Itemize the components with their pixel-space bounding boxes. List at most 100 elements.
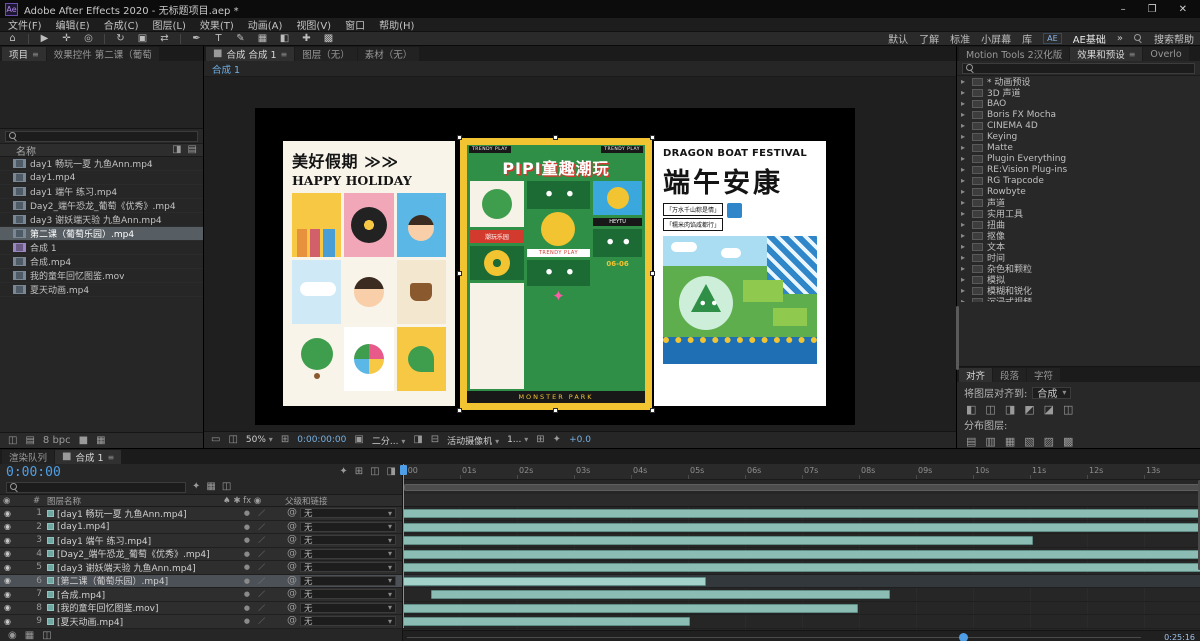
- exposure-value[interactable]: +0.0: [569, 435, 591, 445]
- expand-inout-icon[interactable]: ◫: [42, 630, 51, 641]
- effects-category-row[interactable]: ▸ 3D 声道: [957, 87, 1200, 99]
- project-item-row[interactable]: 合成 1: [0, 241, 203, 255]
- parent-select[interactable]: 无 ▾: [300, 616, 396, 627]
- layer-switches[interactable]: ● ／: [225, 589, 287, 599]
- layer-visibility-icon[interactable]: ◉: [0, 617, 30, 626]
- layer-name[interactable]: [我的童年回忆图鉴.mov]: [57, 601, 225, 614]
- layer-visibility-icon[interactable]: ◉: [0, 590, 30, 599]
- zoom-slider-handle[interactable]: [959, 633, 968, 641]
- layer-name[interactable]: [day3 谢妖端天验 九鱼Ann.mp4]: [57, 561, 225, 574]
- brush-tool-icon[interactable]: ✎: [234, 33, 247, 44]
- effects-category-row[interactable]: ▸ Boris FX Mocha: [957, 109, 1200, 120]
- layer-visibility-icon[interactable]: ◉: [0, 536, 30, 545]
- layer-name[interactable]: [day1.mp4]: [57, 522, 225, 532]
- layer-name[interactable]: [Day2_端午恐龙_葡萄《优秀》.mp4]: [57, 547, 225, 560]
- expand-arrow-icon[interactable]: ▸: [961, 209, 968, 218]
- tab-overlord[interactable]: Overlo: [1143, 47, 1189, 61]
- align-button-icon[interactable]: ◪: [1044, 404, 1054, 415]
- effects-category-row[interactable]: ▸ CINEMA 4D: [957, 120, 1200, 131]
- effects-category-row[interactable]: ▸ RE:Vision Plug-ins: [957, 164, 1200, 175]
- current-time-display[interactable]: 0:00:00: [6, 465, 61, 480]
- expand-arrow-icon[interactable]: ▸: [961, 143, 968, 152]
- align-button-icon[interactable]: ◫: [985, 404, 995, 415]
- expand-arrow-icon[interactable]: ▸: [961, 264, 968, 273]
- expand-arrow-icon[interactable]: ▸: [961, 88, 968, 97]
- project-item-row[interactable]: day1.mp4: [0, 171, 203, 185]
- expand-arrow-icon[interactable]: ▸: [961, 286, 968, 295]
- interpret-footage-icon[interactable]: ◫: [8, 435, 17, 446]
- expand-arrow-icon[interactable]: ▸: [961, 77, 968, 86]
- region-of-interest-icon[interactable]: ◨: [413, 435, 422, 445]
- layer-name[interactable]: [夏天动画.mp4]: [57, 615, 225, 628]
- selected-layer-wrapper[interactable]: TRENDY PLAY TRENDY PLAY PIPI童趣潮玩 潮玩乐园 TR…: [457, 135, 655, 413]
- layer-label-color[interactable]: [47, 604, 54, 612]
- distribute-button-icon[interactable]: ▧: [1024, 436, 1034, 447]
- puppet-tool-icon[interactable]: ▩: [322, 33, 335, 44]
- maximize-icon[interactable]: ❐: [1148, 4, 1157, 15]
- selection-handle[interactable]: [457, 135, 462, 140]
- layer-duration-bar[interactable]: [403, 549, 1200, 559]
- label-column-icon[interactable]: ◨: [172, 145, 181, 155]
- project-item-row[interactable]: 夏天动画.mp4: [0, 283, 203, 297]
- layer-label-color[interactable]: [47, 617, 54, 625]
- layer-duration-bar[interactable]: [403, 509, 1200, 518]
- layer-duration-bar[interactable]: [403, 563, 1200, 572]
- pixel-aspect-icon[interactable]: ⊞: [536, 435, 544, 445]
- layer-label-color[interactable]: [47, 509, 54, 517]
- frame-blending-icon[interactable]: ▦: [206, 482, 215, 492]
- motion-blur-icon[interactable]: ◫: [222, 482, 231, 492]
- timeline-column-header[interactable]: ◉ # 图层名称 ♠ ✱ fx ◉ 父级和链接: [0, 494, 402, 507]
- selection-handle[interactable]: [650, 271, 655, 276]
- selection-handle[interactable]: [650, 408, 655, 413]
- distribute-button-icon[interactable]: ▤: [966, 436, 976, 447]
- expand-arrow-icon[interactable]: ▸: [961, 165, 968, 174]
- tab-motion-tools[interactable]: Motion Tools 2汉化版: [959, 47, 1070, 61]
- workspace-tab[interactable]: 库: [1022, 31, 1032, 46]
- layer-label-color[interactable]: [47, 563, 54, 571]
- project-search-input[interactable]: [5, 130, 198, 142]
- pickwhip-icon[interactable]: @: [287, 616, 297, 626]
- project-item-row[interactable]: 第二课（葡萄乐园）.mp4: [0, 227, 203, 241]
- project-item-row[interactable]: Day2_端午恐龙_葡萄《优秀》.mp4: [0, 199, 203, 213]
- tab-effect-controls[interactable]: 效果控件 第二课（葡萄: [46, 47, 159, 61]
- viewer-timecode[interactable]: 0:00:00:00: [297, 435, 346, 445]
- fast-preview-icon[interactable]: ✦: [553, 435, 561, 445]
- menu-item[interactable]: 编辑(E): [56, 17, 90, 32]
- project-item-row[interactable]: 合成.mp4: [0, 255, 203, 269]
- layer-visibility-icon[interactable]: ◉: [0, 522, 30, 531]
- timeline-ruler[interactable]: :00 01s 02s 03s 04s 05s 06s 07s 08s 09s 10s 11s 12s 1…: [403, 464, 1200, 480]
- workspace-tab[interactable]: 默认: [888, 31, 908, 46]
- layer-name[interactable]: [day1 畅玩一夏 九鱼Ann.mp4]: [57, 507, 225, 520]
- distribute-button-icon[interactable]: ▨: [1044, 436, 1054, 447]
- playhead-handle[interactable]: [400, 465, 407, 475]
- menu-item[interactable]: 视图(V): [296, 17, 331, 32]
- expand-arrow-icon[interactable]: ▸: [961, 231, 968, 240]
- layer-visibility-icon[interactable]: ◉: [0, 576, 30, 585]
- text-tool-icon[interactable]: T: [212, 33, 225, 44]
- graph-editor-icon[interactable]: ◨: [387, 467, 396, 477]
- parent-select[interactable]: 无 ▾: [300, 508, 396, 519]
- current-time-indicator[interactable]: [403, 464, 404, 628]
- effects-category-row[interactable]: ▸ 沉浸式视频: [957, 296, 1200, 302]
- effects-category-row[interactable]: ▸ RG Trapcode: [957, 175, 1200, 186]
- close-icon[interactable]: ✕: [1179, 4, 1187, 15]
- menu-item[interactable]: 窗口: [345, 17, 365, 32]
- layer-switches[interactable]: ● ／: [225, 535, 287, 545]
- shy-layers-icon[interactable]: ◫: [370, 467, 379, 477]
- workspace-tab-active[interactable]: AE基础: [1073, 31, 1106, 46]
- align-tab[interactable]: 字符: [1027, 368, 1061, 382]
- composition-canvas[interactable]: 美好假期 ≫≫ HAPPY HOLIDAY TRENDY PLAY TRENDY…: [255, 108, 855, 425]
- monitor-icon[interactable]: ▭: [211, 435, 220, 445]
- expand-arrow-icon[interactable]: ▸: [961, 99, 968, 108]
- pickwhip-icon[interactable]: @: [287, 548, 297, 559]
- workspace-overflow-icon[interactable]: »: [1117, 33, 1123, 44]
- layer-switches[interactable]: ● ／: [225, 603, 287, 613]
- layer-visibility-icon[interactable]: ◉: [0, 563, 30, 572]
- layer-name[interactable]: [合成.mp4]: [57, 588, 225, 601]
- workspace-tab[interactable]: 了解: [919, 31, 939, 46]
- tab-project[interactable]: 项目 ≡: [2, 47, 46, 61]
- clone-stamp-tool-icon[interactable]: ▦: [256, 33, 269, 44]
- pan-behind-tool-icon[interactable]: ⇄: [158, 33, 171, 44]
- effects-category-row[interactable]: ▸ Keying: [957, 131, 1200, 142]
- tab-composition[interactable]: ■ 合成 合成 1 ≡: [206, 47, 295, 61]
